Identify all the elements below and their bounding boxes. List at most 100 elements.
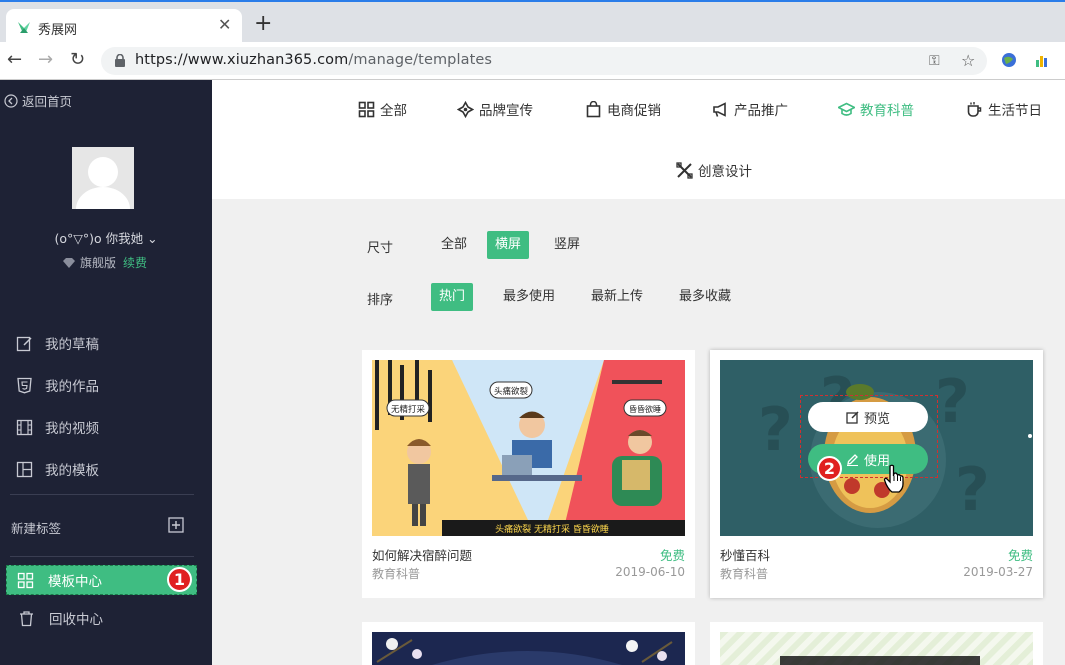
browser-chrome: 秀展网 ✕ + ← → ↻ https://www.xiuzhan365.com… [0,0,1065,80]
tab-label: 品牌宣传 [479,103,533,119]
svg-text:?: ? [955,455,990,525]
url-text: https://www.xiuzhan365.com/manage/templa… [135,52,493,68]
new-tab-icon[interactable]: + [254,13,272,35]
tab-product[interactable]: 产品推广 [712,99,788,119]
back-home-link[interactable]: 返回首页 [4,91,72,110]
tab-label: 生活节日 [988,103,1042,119]
external-edit-icon [846,410,859,424]
sidebar-item-templates[interactable]: 我的模板 [16,454,99,484]
back-home-label: 返回首页 [22,94,73,109]
shopping-bag-icon [586,100,601,117]
sidebar-item-recycle[interactable]: 回收中心 [18,603,103,633]
tab-all[interactable]: 全部 [358,99,407,119]
tab-brand[interactable]: 品牌宣传 [457,99,533,119]
sidebar-item-drafts[interactable]: 我的草稿 [16,328,99,358]
sort-option-hot[interactable]: 热门 [431,283,474,311]
step-badge: 2 [817,456,842,481]
star-icon[interactable]: ☆ [961,51,975,70]
template-title[interactable]: 如何解决宿醉问题 [372,545,472,564]
username[interactable]: (o°▽°)o 你我她 ⌄ [0,228,212,247]
draft-icon [16,336,32,351]
price-badge: 免费 [659,548,685,563]
tab-life[interactable]: 生活节日 [966,99,1042,119]
brand-icon [457,100,474,118]
svg-text:?: ? [935,367,970,437]
sidebar-divider [10,556,194,557]
chart-extension-icon[interactable] [1034,52,1050,68]
user-silhouette-icon [76,157,130,209]
tab-label: 全部 [380,103,407,119]
thumb-text: 昏昏欲睡 [629,404,661,414]
hand-cursor-icon [883,464,904,493]
grid-icon [358,101,375,117]
svg-text:?: ? [758,395,793,465]
thumb-text: 头痛欲裂 [494,386,529,397]
preview-button[interactable]: 预览 [808,402,928,432]
template-title[interactable]: 秒懂百科 [720,545,770,564]
membership-info: 旗舰版 续费 [62,254,147,271]
key-icon[interactable]: ⚿ [929,53,940,69]
tab-label: 教育科普 [860,103,914,119]
sort-option-most-favorited[interactable]: 最多收藏 [671,283,739,311]
tab-creative[interactable]: 创意设计 [676,160,752,180]
graduation-cap-icon [838,102,855,116]
avatar[interactable] [72,147,134,209]
layout-icon [16,461,33,477]
tab-education[interactable]: 教育科普 [838,99,914,119]
main-content: 全部 品牌宣传 电商促销 产品推广 教育科普 生活节日 创意设计 尺寸 全部 横… [212,80,1065,665]
sort-filter-label: 排序 [367,293,394,308]
sidebar-item-label: 我的模板 [45,463,99,479]
tab-label: 产品推广 [734,103,788,119]
pencil-icon [846,453,858,466]
sort-option-most-used[interactable]: 最多使用 [495,283,563,311]
size-option-portrait[interactable]: 竖屏 [546,231,588,259]
template-card[interactable]: ???? 预览 使用 2 秒懂百科 免费 教育科普 2019-03-27 [710,350,1043,598]
back-circle-icon [4,93,18,108]
html5-icon [17,377,32,393]
template-category: 教育科普 [720,567,769,581]
thumb-text: 无精打采 [391,404,426,415]
film-icon [16,419,33,435]
tab-close-icon[interactable]: ✕ [218,15,231,34]
step-badge: 1 [167,567,192,592]
sidebar-item-works[interactable]: 我的作品 [16,370,99,400]
grid-icon [17,572,34,588]
cup-icon [967,101,982,117]
recycle-label: 回收中心 [49,612,103,628]
megaphone-icon [713,101,726,117]
add-tag-icon[interactable] [168,517,184,533]
globe-extension-icon[interactable] [1001,52,1017,68]
tab-ecommerce[interactable]: 电商促销 [585,99,661,119]
size-option-all[interactable]: 全部 [433,231,475,259]
sidebar: 返回首页 (o°▽°)o 你我她 ⌄ 旗舰版 续费 我的草稿 我的作品 我的视频… [0,80,212,665]
template-card[interactable] [362,622,695,665]
back-arrow-icon[interactable]: ← [7,50,22,70]
template-card[interactable] [710,622,1043,665]
sidebar-item-videos[interactable]: 我的视频 [16,412,99,442]
reload-icon[interactable]: ↻ [70,50,85,70]
trash-icon [20,610,33,626]
price-badge: 免费 [1007,548,1033,563]
template-thumbnail[interactable] [372,632,685,665]
new-tag-label: 新建标签 [11,521,62,536]
forward-arrow-icon[interactable]: → [38,50,53,70]
category-nav: 全部 品牌宣传 电商促销 产品推广 教育科普 生活节日 创意设计 [212,80,1065,199]
template-date: 2019-03-27 [963,565,1033,579]
size-filter-label: 尺寸 [367,241,394,256]
tab-strip: 秀展网 ✕ + [0,0,1065,44]
tab-title: 秀展网 [38,23,78,38]
thumb-caption: 头痛欲裂 无精打采 昏昏欲睡 [495,523,609,535]
site-favicon-icon [18,22,30,33]
lock-icon [115,54,125,67]
template-thumbnail[interactable] [720,632,1033,665]
template-thumbnail[interactable]: 无精打采 头痛欲裂 昏昏欲睡 头痛欲裂 无精打采 昏昏欲睡 [372,360,685,536]
size-option-landscape[interactable]: 横屏 [487,231,530,259]
sort-option-newest[interactable]: 最新上传 [583,283,651,311]
address-bar[interactable]: https://www.xiuzhan365.com/manage/templa… [101,47,987,75]
browser-tab[interactable]: 秀展网 ✕ [6,9,242,44]
renew-link[interactable]: 续费 [123,254,147,271]
template-card[interactable]: 无精打采 头痛欲裂 昏昏欲睡 头痛欲裂 无精打采 昏昏欲睡 如何解决宿醉问题 免… [362,350,695,598]
edition-label: 旗舰版 [80,256,117,270]
template-category: 教育科普 [372,567,421,581]
template-center-label: 模板中心 [48,574,102,590]
